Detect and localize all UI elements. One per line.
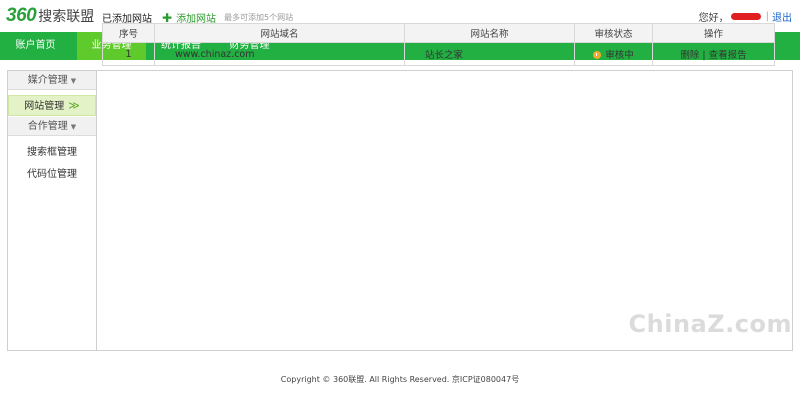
footer-copyright: Copyright © 360联盟. All Rights Reserved. … [280, 375, 520, 384]
column-header-index: 序号 [102, 23, 155, 43]
row-site-name: 站长之家 [404, 42, 575, 66]
sidebar-item-website-manage[interactable]: 网站管理 ≫ [8, 95, 96, 116]
actions-separator: | [702, 50, 706, 61]
row-domain: www.chinaz.com [154, 42, 405, 66]
double-chevron-right-icon: ≫ [68, 99, 80, 112]
sidebar-item-code-slot[interactable]: 代码位管理 [8, 165, 96, 180]
sidebar-group-coop[interactable]: 合作管理 ▼ [8, 117, 96, 136]
delete-link[interactable]: 删除 [680, 50, 699, 61]
sidebar: 媒介管理 ▼ 网站管理 ≫ 合作管理 ▼ 搜索框管理 代码位管理 [8, 71, 97, 350]
table-row: 1 www.chinaz.com 站长之家 审核中 删除 | 查看报告 [102, 42, 775, 66]
redacted-username [730, 13, 761, 20]
column-header-domain: 网站域名 [154, 23, 405, 43]
sidebar-group-label: 媒介管理 [27, 75, 68, 86]
chevron-down-icon: ▼ [70, 123, 77, 131]
sidebar-item-label: 网站管理 [24, 101, 65, 112]
view-report-link[interactable]: 查看报告 [709, 50, 747, 61]
chevron-down-icon: ▼ [70, 77, 77, 85]
separator: | [765, 11, 769, 22]
website-table: 序号 网站域名 网站名称 审核状态 操作 1 www.chinaz.com 站长… [102, 23, 775, 66]
clock-icon [593, 51, 602, 59]
main-panel: 媒介管理 ▼ 网站管理 ≫ 合作管理 ▼ 搜索框管理 代码位管理 [7, 70, 793, 351]
nav-account-home[interactable]: 账户首页 [0, 32, 71, 60]
user-greeting: 您好， | 退出 [699, 9, 792, 24]
column-header-actions: 操作 [652, 23, 775, 43]
logo[interactable]: 360 搜索联盟 [6, 5, 94, 27]
column-header-name: 网站名称 [404, 23, 575, 43]
logo-number: 360 [6, 5, 37, 26]
row-actions: 删除 | 查看报告 [652, 42, 775, 66]
greeting-text: 您好， [698, 13, 729, 24]
sidebar-group-label: 合作管理 [27, 121, 68, 132]
row-index: 1 [102, 42, 155, 66]
column-header-status: 审核状态 [574, 23, 653, 43]
add-limit-hint: 最多可添加5个网站 [224, 13, 294, 22]
sidebar-item-search-box[interactable]: 搜索框管理 [8, 143, 96, 158]
logo-text: 搜索联盟 [38, 9, 95, 25]
watermark: ChinaZ.com [628, 310, 792, 338]
status-text: 审核中 [605, 50, 634, 61]
row-status: 审核中 [574, 42, 653, 66]
logout-link[interactable]: 退出 [772, 9, 792, 24]
sidebar-group-media[interactable]: 媒介管理 ▼ [8, 71, 96, 90]
table-header-row: 序号 网站域名 网站名称 审核状态 操作 [102, 23, 775, 43]
